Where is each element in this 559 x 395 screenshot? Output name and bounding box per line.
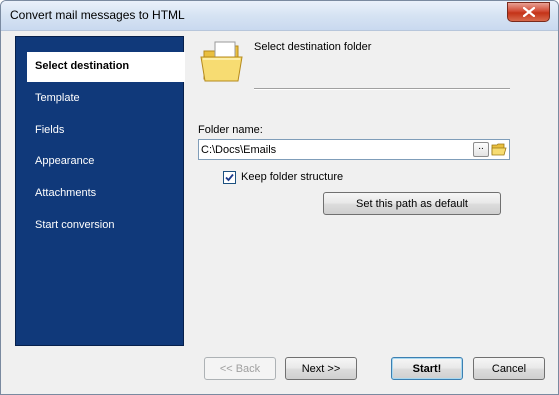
- checkmark-icon: [225, 173, 234, 181]
- sidebar-item-attachments[interactable]: Attachments: [35, 187, 96, 199]
- folder-icon: [198, 39, 246, 88]
- sidebar-item-select-destination[interactable]: Select destination: [27, 52, 185, 82]
- dialog-window: Convert mail messages to HTML Select des…: [0, 0, 559, 395]
- folder-path-input[interactable]: [201, 142, 467, 157]
- header-divider: [254, 88, 510, 90]
- start-button[interactable]: Start!: [391, 357, 463, 380]
- keep-folder-structure-label: Keep folder structure: [241, 171, 344, 183]
- close-icon: [522, 7, 535, 17]
- title-bar[interactable]: Convert mail messages to HTML: [1, 1, 558, 31]
- keep-folder-structure-row: Keep folder structure: [223, 170, 343, 184]
- cancel-button[interactable]: Cancel: [473, 357, 545, 380]
- sidebar-item-fields[interactable]: Fields: [35, 124, 64, 136]
- browse-folder-button[interactable]: [491, 142, 507, 157]
- set-default-path-button[interactable]: Set this path as default: [323, 192, 501, 215]
- wizard-sidebar: Select destination Template Fields Appea…: [15, 36, 185, 346]
- folder-name-label: Folder name:: [198, 124, 263, 136]
- sidebar-item-appearance[interactable]: Appearance: [35, 155, 94, 167]
- sidebar-item-template[interactable]: Template: [35, 92, 80, 104]
- keep-folder-structure-checkbox[interactable]: [223, 170, 236, 184]
- window-title: Convert mail messages to HTML: [10, 8, 185, 22]
- sidebar-item-start-conversion[interactable]: Start conversion: [35, 219, 114, 231]
- browse-dots-button[interactable]: ..: [473, 142, 489, 157]
- open-folder-icon: [491, 143, 507, 156]
- page-title: Select destination folder: [254, 41, 372, 53]
- close-button[interactable]: [507, 2, 550, 22]
- back-button[interactable]: << Back: [204, 357, 276, 380]
- folder-path-field: ..: [198, 139, 510, 160]
- next-button[interactable]: Next >>: [285, 357, 357, 380]
